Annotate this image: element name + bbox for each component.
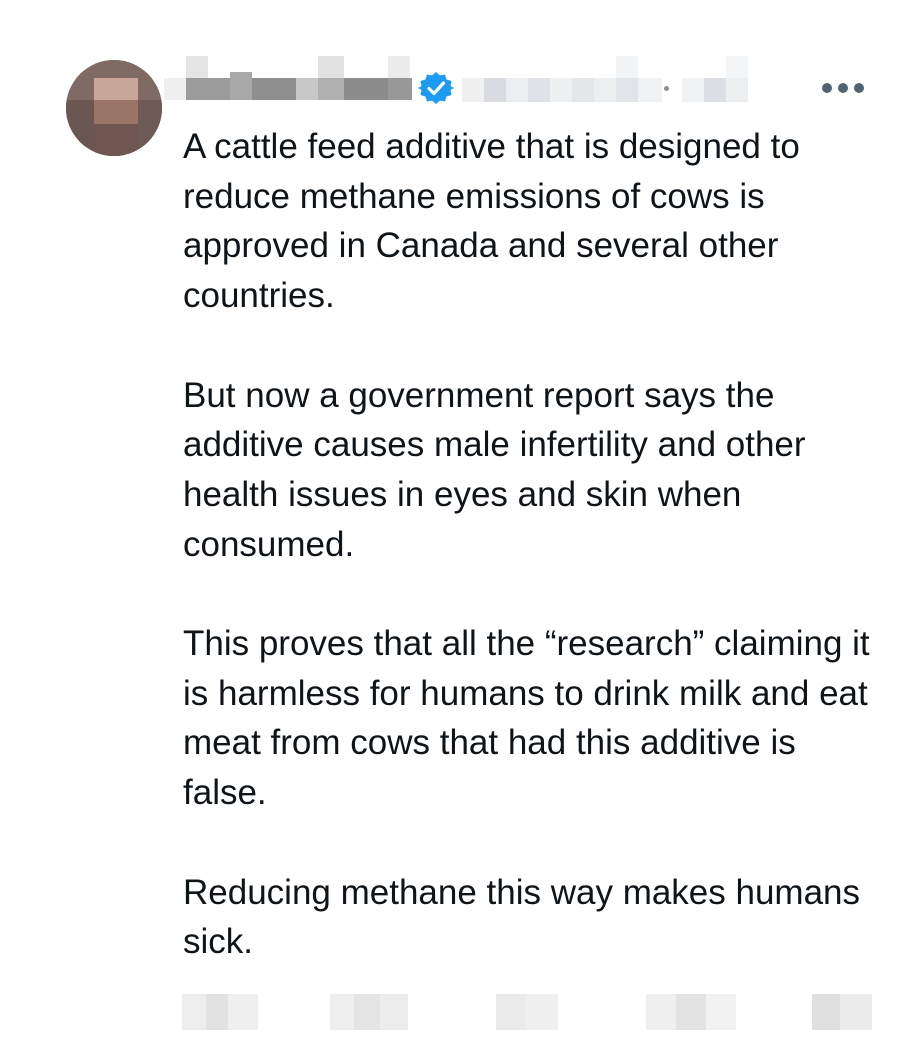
more-dot	[838, 83, 848, 93]
avatar-pixel	[94, 100, 138, 124]
avatar[interactable]	[66, 60, 162, 156]
post-text: A cattle feed additive that is designed …	[183, 122, 888, 967]
more-dot	[822, 83, 832, 93]
post-paragraph: A cattle feed additive that is designed …	[183, 127, 800, 316]
more-horizontal-icon[interactable]	[822, 80, 878, 96]
verified-badge-icon	[418, 70, 454, 106]
post-paragraph: This proves that all the “research” clai…	[183, 624, 870, 813]
avatar-pixel	[138, 100, 162, 156]
like-button-redacted[interactable]	[496, 990, 558, 1030]
share-button-redacted[interactable]	[812, 990, 872, 1030]
separator-dot	[664, 86, 669, 91]
reply-button-redacted[interactable]	[182, 990, 258, 1030]
views-button-redacted[interactable]	[646, 990, 736, 1030]
more-dot	[854, 83, 864, 93]
avatar-pixel	[66, 100, 94, 156]
post-paragraph: Reducing methane this way makes humans s…	[183, 872, 861, 962]
post-paragraph: But now a government report says the add…	[183, 375, 806, 564]
repost-button-redacted[interactable]	[330, 990, 408, 1030]
avatar-pixel	[94, 78, 138, 100]
action-bar	[0, 990, 898, 1034]
avatar-pixel	[94, 124, 138, 156]
